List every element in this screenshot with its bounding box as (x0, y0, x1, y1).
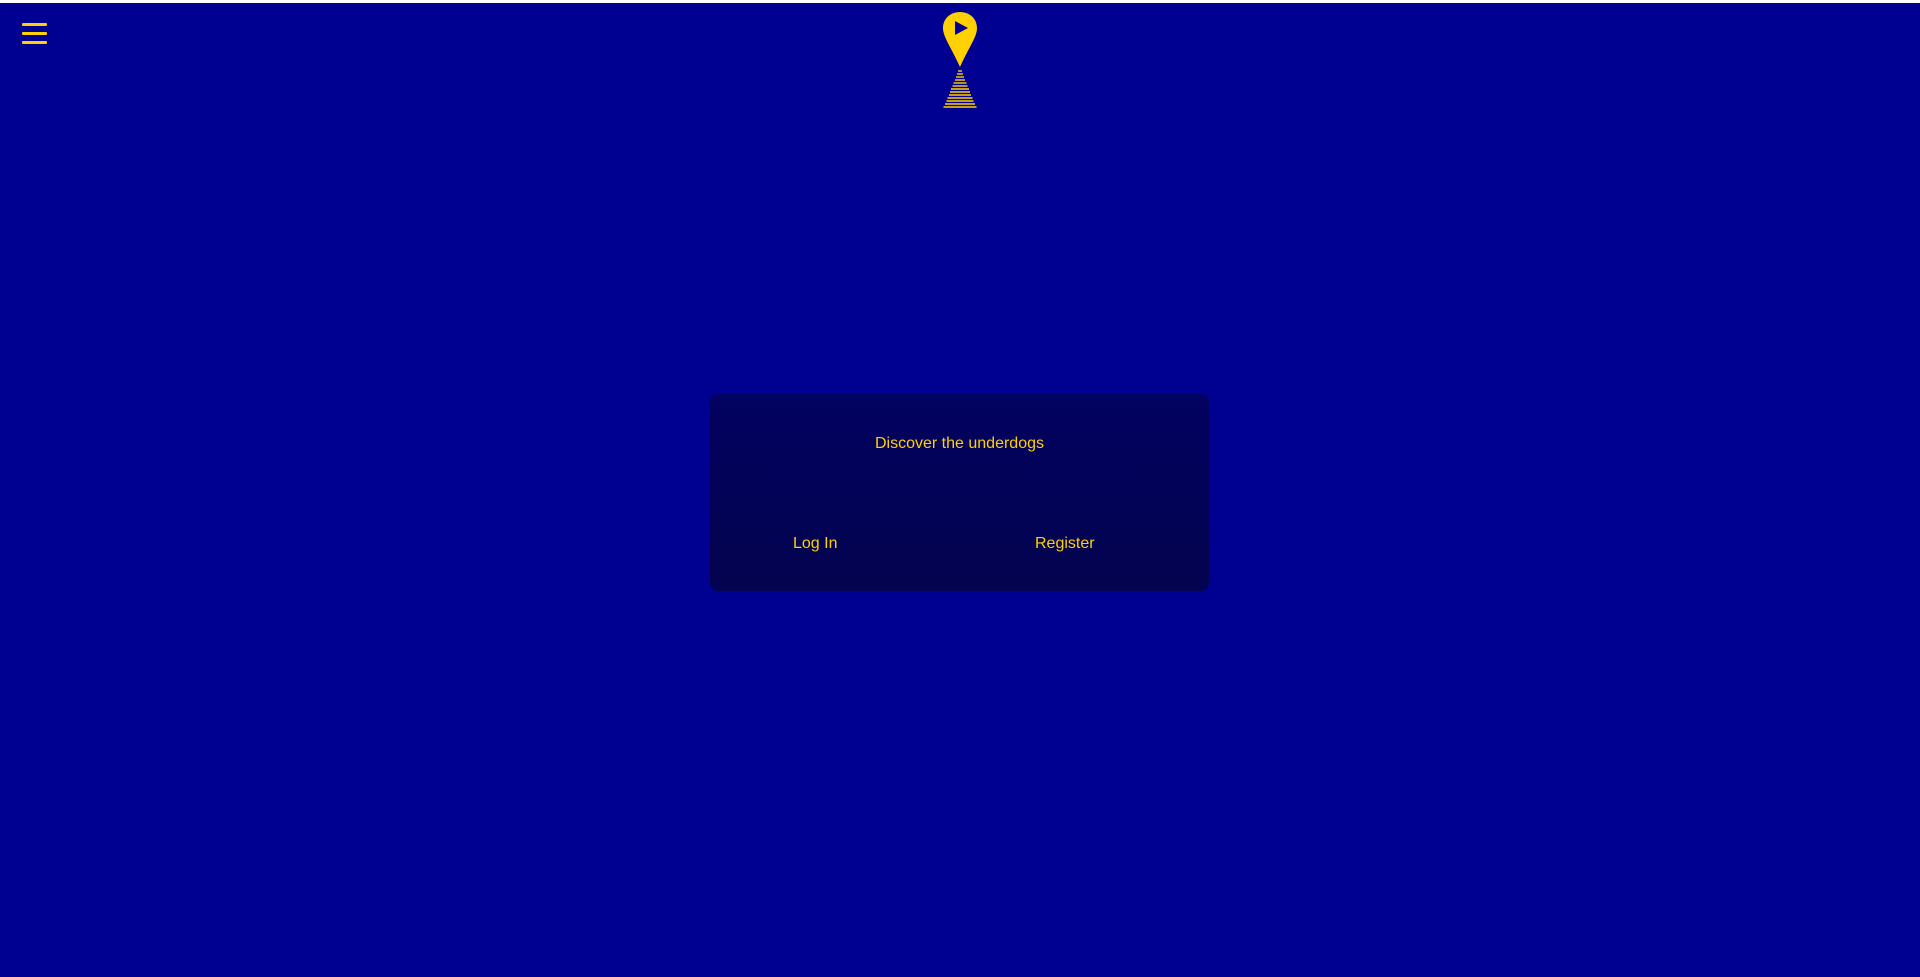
menu-bar-bottom (22, 41, 47, 44)
page-background: Discover the underdogs Log In Register (0, 3, 1920, 977)
login-link[interactable]: Log In (793, 534, 837, 554)
menu-bar-middle (22, 32, 47, 35)
location-pin-play-icon (943, 12, 977, 108)
welcome-card: Discover the underdogs Log In Register (710, 394, 1209, 591)
logo[interactable] (937, 9, 983, 113)
tagline: Discover the underdogs (875, 435, 1044, 452)
register-link[interactable]: Register (1035, 534, 1095, 554)
hamburger-menu-icon[interactable] (20, 21, 50, 51)
menu-bar-top (22, 23, 47, 26)
